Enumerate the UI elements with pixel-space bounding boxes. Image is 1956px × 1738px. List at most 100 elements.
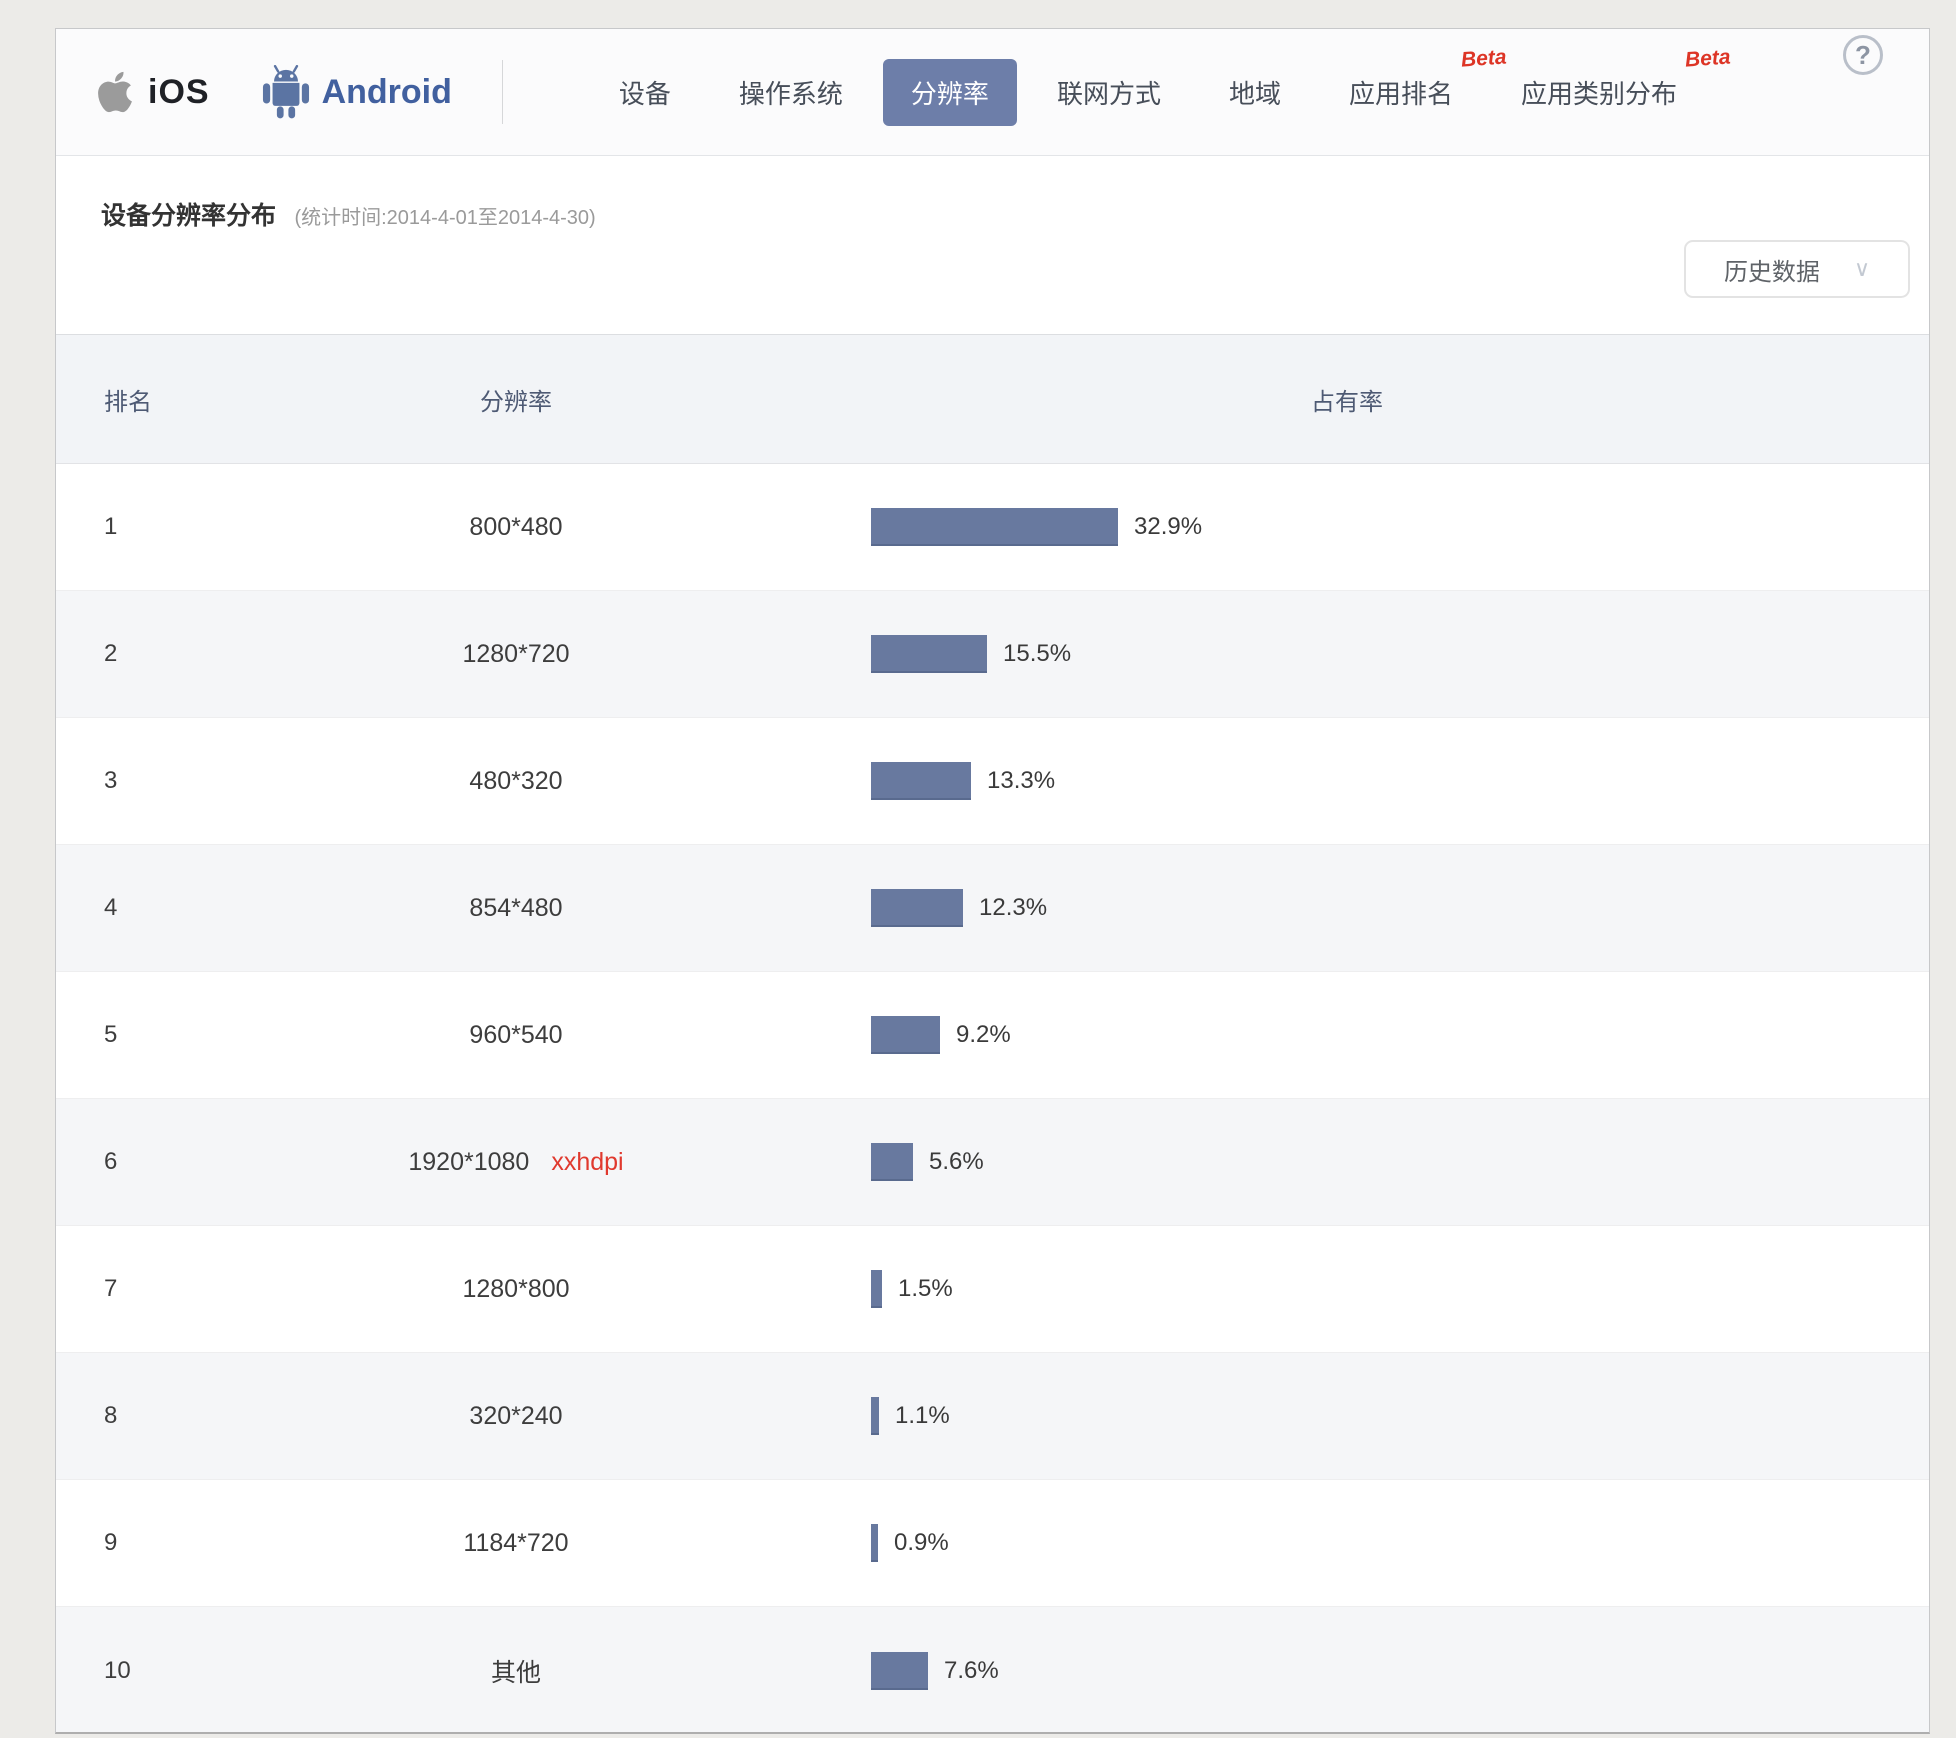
share-cell: 5.6% xyxy=(826,1143,1929,1181)
rank-cell: 5 xyxy=(56,1021,206,1049)
share-cell: 1.5% xyxy=(826,1270,1929,1308)
share-cell: 13.3% xyxy=(826,762,1929,800)
share-bar xyxy=(871,762,971,800)
table-row: 7 1280*800 1.5% xyxy=(56,1226,1929,1353)
resolution-column-header: 分辨率 xyxy=(206,382,826,417)
resolution-cell: 1280*720 xyxy=(206,640,826,669)
table-row: 2 1280*720 15.5% xyxy=(56,591,1929,718)
dropdown-value: 历史数据 xyxy=(1724,252,1820,287)
table-row: 3 480*320 13.3% xyxy=(56,718,1929,845)
rank-cell: 3 xyxy=(56,767,206,795)
share-percent: 5.6% xyxy=(929,1148,984,1176)
resolution-value: 320*240 xyxy=(469,1402,562,1431)
resolution-cell: 854*480 xyxy=(206,894,826,923)
resolution-cell: 其他 xyxy=(206,1653,826,1689)
ios-platform-label[interactable]: iOS xyxy=(148,73,210,112)
share-cell: 12.3% xyxy=(826,889,1929,927)
resolution-cell: 320*240 xyxy=(206,1402,826,1431)
share-cell: 9.2% xyxy=(826,1016,1929,1054)
table-row: 9 1184*720 0.9% xyxy=(56,1480,1929,1607)
share-bar xyxy=(871,508,1118,546)
rank-cell: 6 xyxy=(56,1148,206,1176)
tab-os[interactable]: 操作系统 xyxy=(711,59,871,126)
share-percent: 0.9% xyxy=(894,1529,949,1557)
share-percent: 13.3% xyxy=(987,767,1055,795)
share-percent: 9.2% xyxy=(956,1021,1011,1049)
share-cell: 1.1% xyxy=(826,1397,1929,1435)
rank-cell: 2 xyxy=(56,640,206,668)
table-row: 8 320*240 1.1% xyxy=(56,1353,1929,1480)
share-percent: 32.9% xyxy=(1134,513,1202,541)
resolution-note: xxhdpi xyxy=(551,1148,623,1177)
resolution-value: 480*320 xyxy=(469,767,562,796)
table-row: 1 800*480 32.9% xyxy=(56,464,1929,591)
share-bar xyxy=(871,1270,882,1308)
resolution-cell: 960*540 xyxy=(206,1021,826,1050)
table-row: 10 其他 7.6% xyxy=(56,1607,1929,1734)
share-percent: 1.1% xyxy=(895,1402,950,1430)
table-header-row: 排名 分辨率 占有率 xyxy=(56,334,1929,464)
chevron-down-icon: ∨ xyxy=(1854,256,1870,282)
resolution-value: 1184*720 xyxy=(463,1529,568,1558)
history-data-dropdown[interactable]: 历史数据 ∨ xyxy=(1684,240,1910,298)
tab-app-category[interactable]: 应用类别分布 Beta xyxy=(1493,59,1705,126)
share-cell: 7.6% xyxy=(826,1652,1929,1690)
share-bar xyxy=(871,1652,928,1690)
table-row: 5 960*540 9.2% xyxy=(56,972,1929,1099)
share-column-header: 占有率 xyxy=(826,382,1929,417)
table-row: 4 854*480 12.3% xyxy=(56,845,1929,972)
rank-column-header: 排名 xyxy=(56,382,206,417)
resolution-cell: 1184*720 xyxy=(206,1529,826,1558)
tab-app-category-label: 应用类别分布 xyxy=(1521,79,1677,109)
rank-cell: 10 xyxy=(56,1657,206,1685)
tab-app-ranking-label: 应用排名 xyxy=(1349,79,1453,109)
tab-app-ranking[interactable]: 应用排名 Beta xyxy=(1321,59,1481,126)
nav-divider xyxy=(502,60,503,124)
share-bar xyxy=(871,1397,879,1435)
android-robot-icon[interactable] xyxy=(262,65,310,119)
resolution-value: 1280*800 xyxy=(462,1275,569,1304)
tab-resolution[interactable]: 分辨率 xyxy=(883,59,1017,126)
share-bar xyxy=(871,1016,940,1054)
share-cell: 32.9% xyxy=(826,508,1929,546)
share-percent: 15.5% xyxy=(1003,640,1071,668)
rank-cell: 1 xyxy=(56,513,206,541)
share-percent: 7.6% xyxy=(944,1657,999,1685)
android-platform-label[interactable]: Android xyxy=(322,73,452,112)
help-icon[interactable]: ? xyxy=(1843,35,1883,75)
resolution-value: 1280*720 xyxy=(462,640,569,669)
share-cell: 0.9% xyxy=(826,1524,1929,1562)
beta-badge: Beta xyxy=(1685,45,1732,72)
top-navbar: iOS Android 设备 操作系统 xyxy=(56,29,1929,156)
share-bar xyxy=(871,1143,913,1181)
section-header: 设备分辨率分布 (统计时间:2014-4-01至2014-4-30) 历史数据 … xyxy=(56,156,1929,334)
resolution-value: 800*480 xyxy=(469,513,562,542)
table-row: 6 1920*1080 xxhdpi 5.6% xyxy=(56,1099,1929,1226)
rank-cell: 7 xyxy=(56,1275,206,1303)
resolution-cell: 480*320 xyxy=(206,767,826,796)
share-percent: 1.5% xyxy=(898,1275,953,1303)
resolution-cell: 1280*800 xyxy=(206,1275,826,1304)
resolution-value: 其他 xyxy=(491,1653,541,1689)
share-bar xyxy=(871,889,963,927)
resolution-value: 854*480 xyxy=(469,894,562,923)
share-bar xyxy=(871,1524,878,1562)
share-cell: 15.5% xyxy=(826,635,1929,673)
nav-tabs: 设备 操作系统 分辨率 联网方式 地域 应用排名 Beta 应用类别分布 Bet… xyxy=(591,59,1717,126)
share-bar xyxy=(871,635,987,673)
date-range-label: (统计时间:2014-4-01至2014-4-30) xyxy=(294,207,595,229)
tab-region[interactable]: 地域 xyxy=(1201,59,1309,126)
rank-cell: 4 xyxy=(56,894,206,922)
share-percent: 12.3% xyxy=(979,894,1047,922)
resolution-cell: 800*480 xyxy=(206,513,826,542)
analytics-panel: iOS Android 设备 操作系统 xyxy=(55,28,1930,1734)
apple-logo-icon[interactable] xyxy=(96,69,134,115)
rank-cell: 8 xyxy=(56,1402,206,1430)
rank-cell: 9 xyxy=(56,1529,206,1557)
tab-devices[interactable]: 设备 xyxy=(591,59,699,126)
resolution-value: 1920*1080 xyxy=(408,1148,529,1177)
platform-switcher: iOS Android xyxy=(96,65,452,119)
resolution-value: 960*540 xyxy=(469,1021,562,1050)
page-title: 设备分辨率分布 xyxy=(101,202,276,230)
tab-network[interactable]: 联网方式 xyxy=(1029,59,1189,126)
